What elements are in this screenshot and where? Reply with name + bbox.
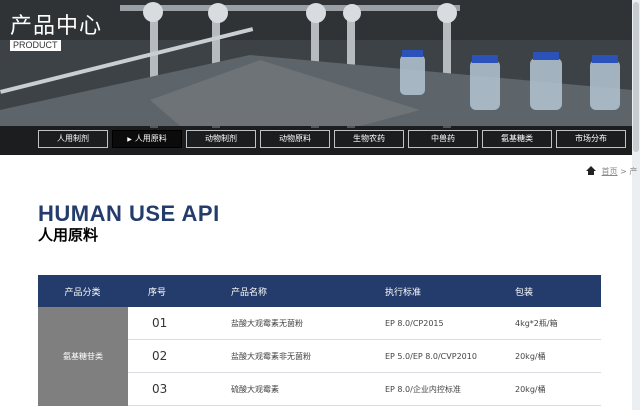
tab-market[interactable]: 市场分布	[556, 130, 626, 148]
row-standard: EP 8.0/CP2015	[366, 307, 496, 340]
scrollbar-thumb[interactable]	[633, 2, 639, 152]
row-packaging: 20kg/桶	[496, 372, 601, 406]
header-number: 序号	[128, 275, 212, 307]
product-table: 产品分类 序号 产品名称 执行标准 包装 氨基糖苷类 01 盐酸大观霉素无菌粉 …	[38, 275, 601, 406]
header-category: 产品分类	[38, 275, 128, 307]
tab-animal-api[interactable]: 动物原料	[260, 130, 330, 148]
tab-human-api[interactable]: ▶ 人用原料	[112, 130, 182, 148]
row-name: 硫酸大观霉素	[212, 372, 366, 406]
tab-animal-preparations[interactable]: 动物制剂	[186, 130, 256, 148]
tab-aminoglycosides[interactable]: 氨基糖类	[482, 130, 552, 148]
row-number: 01	[128, 307, 212, 340]
breadcrumb: 首页 > 产	[586, 166, 637, 177]
row-name: 盐酸大观霉素非无菌粉	[212, 339, 366, 373]
row-number: 02	[128, 339, 212, 373]
row-packaging: 4kg*2瓶/箱	[496, 307, 601, 340]
tab-human-preparations[interactable]: 人用制剂	[38, 130, 108, 148]
breadcrumb-home-link[interactable]: 首页	[602, 167, 618, 176]
hero-banner: 产品中心 PRODUCT 人用制剂 ▶ 人用原料 动物制剂 动物原料 生物农药 中…	[0, 0, 632, 155]
row-standard: EP 5.0/EP 8.0/CVP2010	[366, 339, 496, 373]
breadcrumb-separator: >	[620, 167, 627, 176]
header-packaging: 包装	[496, 275, 601, 307]
row-packaging: 20kg/桶	[496, 339, 601, 373]
hero-subtitle: PRODUCT	[10, 40, 61, 51]
table-header-row: 产品分类 序号 产品名称 执行标准 包装	[38, 275, 601, 307]
header-name: 产品名称	[212, 275, 366, 307]
page-title-cn: 人用原料	[38, 226, 99, 244]
hero-title: 产品中心	[10, 14, 103, 39]
category-cell: 氨基糖苷类	[38, 307, 128, 406]
home-icon[interactable]	[586, 166, 596, 177]
breadcrumb-current: 产	[629, 167, 638, 176]
tab-bio-pesticides[interactable]: 生物农药	[334, 130, 404, 148]
scrollbar[interactable]	[632, 0, 640, 410]
row-standard: EP 8.0/企业内控标准	[366, 372, 496, 406]
table-row: 氨基糖苷类 01 盐酸大观霉素无菌粉 EP 8.0/CP2015 4kg*2瓶/…	[38, 307, 601, 406]
header-standard: 执行标准	[366, 275, 496, 307]
row-name: 盐酸大观霉素无菌粉	[212, 307, 366, 340]
category-tabs: 人用制剂 ▶ 人用原料 动物制剂 动物原料 生物农药 中兽药 氨基糖类 市场分布	[0, 126, 632, 155]
tab-vet-herbal[interactable]: 中兽药	[408, 130, 478, 148]
row-number: 03	[128, 372, 212, 406]
arrow-icon: ▶	[127, 136, 132, 143]
